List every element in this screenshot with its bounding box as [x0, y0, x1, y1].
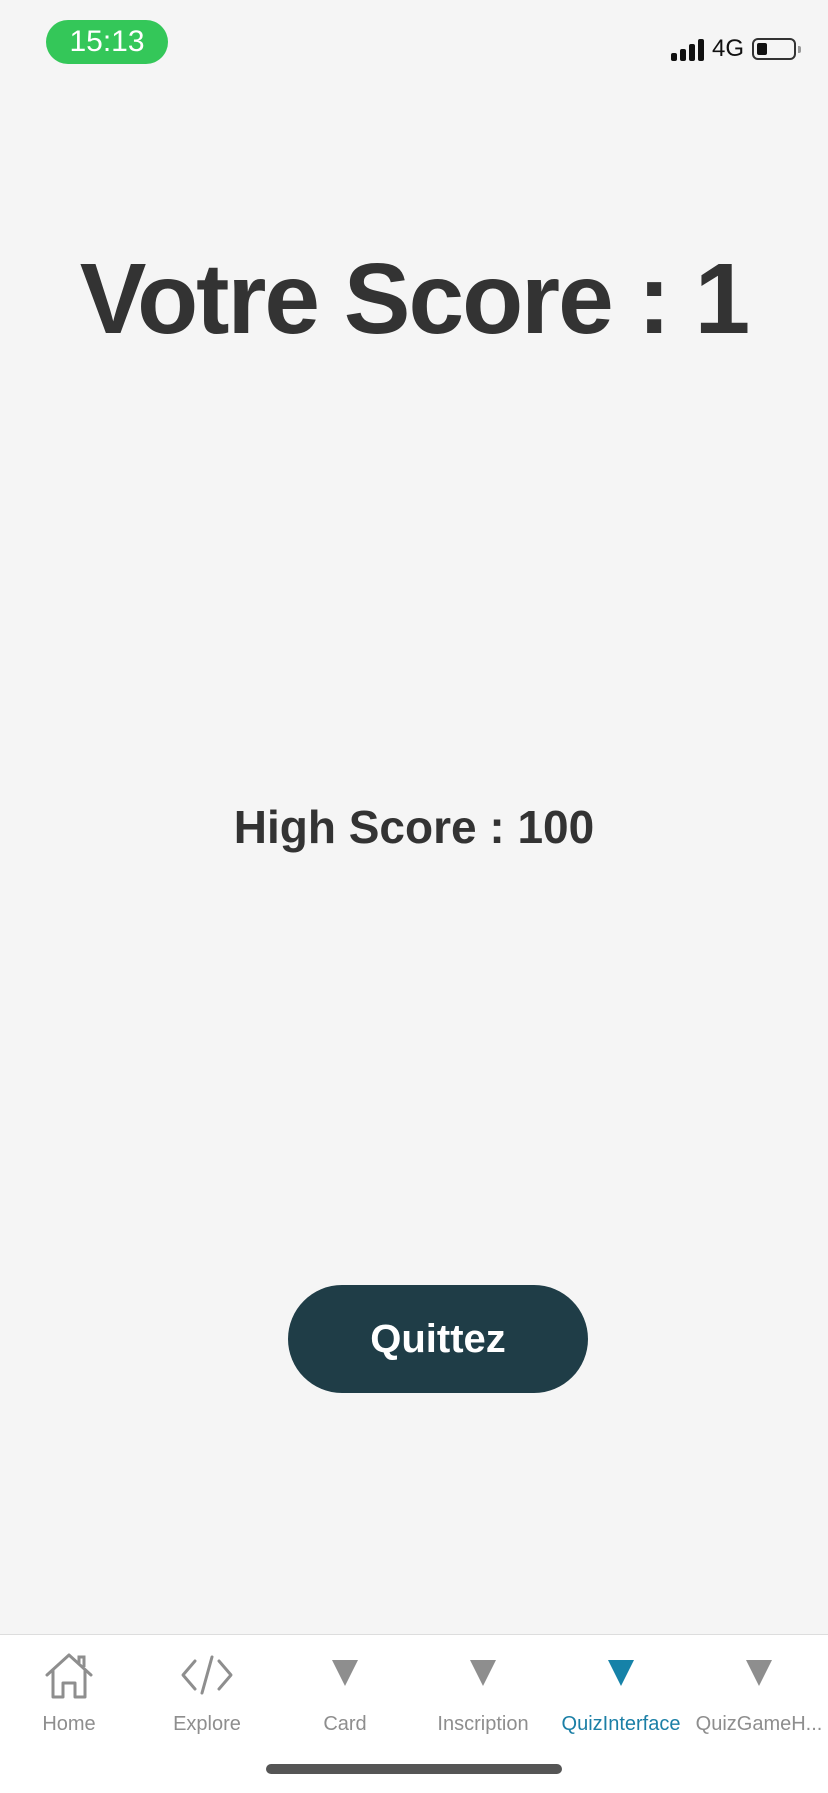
- battery-icon: [752, 38, 801, 60]
- status-indicators: 4G: [670, 35, 801, 62]
- tab-home-label: Home: [42, 1713, 96, 1735]
- tab-quizinterface[interactable]: QuizInterface: [552, 1635, 690, 1745]
- triangle-icon: [414, 1649, 552, 1701]
- tab-card-label: Card: [323, 1713, 367, 1735]
- tab-card[interactable]: Card: [276, 1635, 414, 1745]
- signal-icon: [670, 37, 704, 61]
- tab-inscription-label: Inscription: [437, 1713, 529, 1735]
- tab-quizinterface-label: QuizInterface: [561, 1713, 681, 1735]
- tab-explore-label: Explore: [173, 1713, 241, 1735]
- triangle-icon: [276, 1649, 414, 1701]
- high-score-label: High Score : 100: [233, 801, 595, 853]
- code-icon: [138, 1649, 276, 1701]
- tab-inscription[interactable]: Inscription: [414, 1635, 552, 1745]
- home-indicator[interactable]: [266, 1764, 562, 1774]
- tab-explore[interactable]: Explore: [138, 1635, 276, 1745]
- quit-button[interactable]: Quittez: [288, 1285, 588, 1393]
- tab-quizgamehome[interactable]: QuizGameH...: [690, 1635, 828, 1745]
- score-title: Votre Score : 1: [79, 243, 750, 355]
- status-time: 15:13: [46, 20, 168, 64]
- triangle-icon: [690, 1649, 828, 1701]
- home-icon: [0, 1649, 138, 1701]
- tab-home[interactable]: Home: [0, 1635, 138, 1745]
- tab-quizgamehome-label: QuizGameH...: [695, 1713, 823, 1735]
- network-type: 4G: [711, 35, 744, 62]
- triangle-icon: [552, 1649, 690, 1701]
